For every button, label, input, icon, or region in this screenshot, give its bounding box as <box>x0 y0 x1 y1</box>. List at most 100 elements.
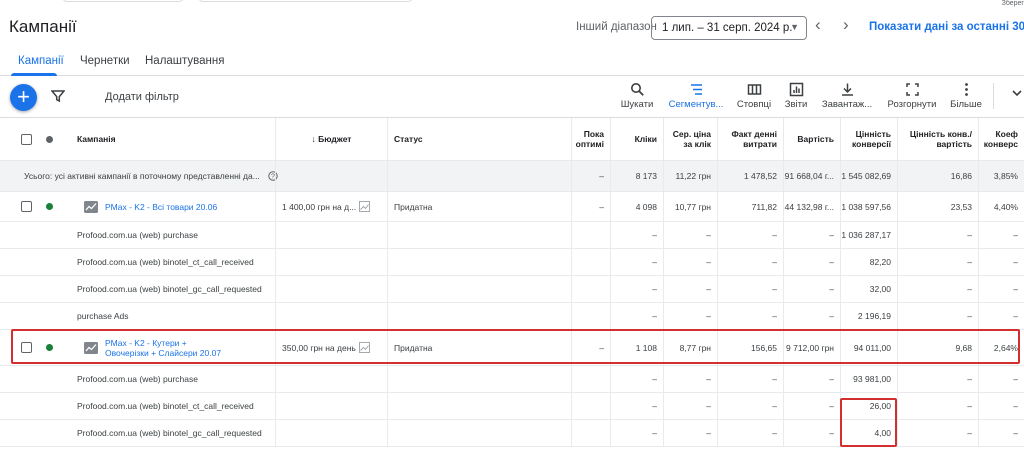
more-tool[interactable]: Більше <box>934 82 998 110</box>
conv-value-cost-column-header[interactable]: Цінність конв./ вартість <box>898 118 978 160</box>
column-divider <box>978 303 979 329</box>
column-divider <box>387 303 388 329</box>
column-divider <box>275 222 276 248</box>
tab-drafts[interactable]: Чернетки <box>80 55 130 67</box>
tab-campaigns[interactable]: Кампанії <box>18 55 64 67</box>
cpc-value: – <box>706 257 711 267</box>
cost-cell: – <box>784 420 840 446</box>
cpc-cell: – <box>664 303 717 329</box>
top-control-left[interactable] <box>62 0 184 2</box>
add-campaign-button[interactable]: + <box>10 84 37 111</box>
column-divider <box>717 276 718 302</box>
conv-rate-value: 2,64% <box>993 342 1018 353</box>
total-roas: 16,86 <box>898 161 978 191</box>
conv-value-value: 93 981,00 <box>853 374 891 384</box>
avg-cpc-column-header[interactable]: Сер. ціна за клік <box>664 118 717 160</box>
toolbar: + Додати фільтр Шукати Сегментув... Стов… <box>0 77 1024 117</box>
roas-value: – <box>967 401 972 411</box>
cost-cell: – <box>784 393 840 419</box>
opt-score-column-header[interactable]: Пока оптимі <box>572 118 610 160</box>
roas-cell: – <box>898 249 978 275</box>
cb-cell[interactable] <box>18 192 34 221</box>
conversion-action-name: Profood.com.ua (web) binotel_ct_call_rec… <box>77 257 254 267</box>
cost-column-header[interactable]: Вартість <box>784 118 840 160</box>
daily-value: – <box>772 374 777 384</box>
next-period-icon[interactable]: › <box>843 15 849 35</box>
conv-rate-column-header[interactable]: Коеф конверс <box>979 118 1024 160</box>
conv-rate-value: – <box>1013 374 1018 384</box>
name-cell[interactable]: PMax - K2 - Кутери + Овочерізки + Слайсер… <box>78 330 282 365</box>
conv-value-cell: 93 981,00 <box>841 366 897 392</box>
status-cell: Придатна <box>388 192 571 221</box>
column-divider <box>610 192 611 221</box>
checkbox[interactable] <box>20 342 32 353</box>
budget-column-header[interactable]: ↓ Бюджет <box>276 118 387 160</box>
clicks-column-header[interactable]: Кліки <box>611 118 663 160</box>
column-divider <box>897 303 898 329</box>
top-control-right[interactable] <box>198 0 413 2</box>
reports-tool-label: Звіти <box>784 99 808 110</box>
chevron-down-icon[interactable] <box>1011 87 1023 99</box>
daily-value: – <box>772 284 777 294</box>
campaign-name-line: PMax - K2 - Кутери + <box>105 337 187 348</box>
status-value: Придатна <box>394 342 433 353</box>
cb-cell[interactable] <box>18 330 34 365</box>
conv-rate-value: – <box>1013 401 1018 411</box>
pmax-campaign-icon <box>84 200 98 213</box>
conv-value-column-header[interactable]: Цінність конверсії <box>841 118 897 160</box>
column-divider <box>717 393 718 419</box>
campaign-name-link[interactable]: PMax - K2 - Всі товари 20.06 <box>105 202 217 212</box>
daily-cell: 711,82 <box>718 192 783 221</box>
roas-cell: – <box>898 222 978 248</box>
column-divider <box>840 118 841 160</box>
total-clicks: 8 173 <box>611 161 663 191</box>
save-stub[interactable]: Зберег <box>1002 0 1024 7</box>
show-last-30-days-link[interactable]: Показати дані за останні 30 днів <box>869 21 1024 33</box>
date-range-picker[interactable]: 1 лип. – 31 серп. 2024 р. ▼ <box>651 16 807 40</box>
status-cell: Придатна <box>388 330 571 365</box>
budget-cell: 350,00 грн на день <box>276 330 387 365</box>
download-tool[interactable]: Завантаж... <box>815 82 879 110</box>
name-cell: Profood.com.ua (web) purchase <box>71 222 275 248</box>
column-divider <box>571 420 572 446</box>
column-divider <box>571 276 572 302</box>
avg-cpc-column-header-label: Сер. ціна за клік <box>672 129 711 149</box>
cost-cell: – <box>784 276 840 302</box>
checkbox[interactable] <box>20 201 32 212</box>
prev-period-icon[interactable]: ‹ <box>815 15 821 35</box>
clicks-value: – <box>652 230 657 240</box>
column-divider <box>663 249 664 275</box>
roas-value: – <box>967 311 972 321</box>
cpc-value: 8,77 грн <box>679 342 711 353</box>
column-divider <box>783 276 784 302</box>
segment-tool[interactable]: Сегментув... <box>664 82 728 110</box>
column-divider <box>387 393 388 419</box>
filter-icon[interactable] <box>51 89 65 103</box>
tab-settings[interactable]: Налаштування <box>145 55 224 67</box>
status-column-header[interactable] <box>40 118 58 160</box>
campaign-name-link[interactable]: PMax - K2 - Кутери + Овочерізки + Слайсер… <box>105 338 221 358</box>
total-conv-value: 1 545 082,69 <box>841 161 897 191</box>
column-divider <box>387 222 388 248</box>
add-filter-button[interactable]: Додати фільтр <box>105 91 179 103</box>
checkbox[interactable] <box>20 133 32 145</box>
cpc-cell: 8,77 грн <box>664 330 717 365</box>
status-text-column-header[interactable]: Статус <box>388 118 571 160</box>
column-divider <box>387 366 388 392</box>
total-roas-value: 16,86 <box>950 171 972 181</box>
pmax-campaign-icon <box>84 341 98 354</box>
daily-cell: – <box>718 249 783 275</box>
column-divider <box>663 303 664 329</box>
campaign-column-header[interactable]: Кампанія <box>71 118 275 160</box>
name-cell[interactable]: PMax - K2 - Всі товари 20.06 <box>78 192 282 221</box>
select-all-checkbox[interactable] <box>18 118 34 160</box>
daily-spend-column-header[interactable]: Факт денні витрати <box>718 118 783 160</box>
search-tool[interactable]: Шукати <box>605 82 669 110</box>
column-divider <box>571 192 572 221</box>
conv-rate-cell: – <box>979 420 1024 446</box>
conv-rate-value: – <box>1013 428 1018 438</box>
column-divider <box>897 249 898 275</box>
conversion-action-row: Profood.com.ua (web) binotel_gc_call_req… <box>0 276 1024 303</box>
cost-column-header-label: Вартість <box>797 134 834 144</box>
conversion-action-row: Profood.com.ua (web) binotel_ct_call_rec… <box>0 249 1024 276</box>
